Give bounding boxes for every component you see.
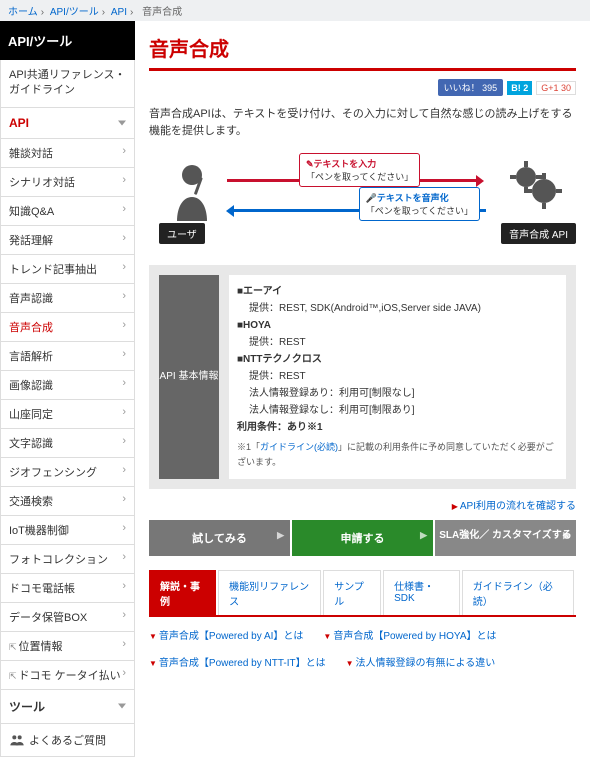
diagram-input-tip: ✎テキストを入力「ペンを取ってください」 — [299, 153, 420, 187]
anchor-link[interactable]: 音声合成【Powered by HOYA】とは — [323, 627, 496, 642]
content: 音声合成 いいね！ 395 B! 2 G+1 30 音声合成APIは、テキストを… — [135, 21, 590, 757]
cta-row: 試してみる 申請する SLA強化／ カスタマイズする — [149, 520, 576, 556]
sidebar-acc-api[interactable]: API — [0, 108, 135, 139]
tab[interactable]: 機能別リファレンス — [218, 570, 321, 615]
sidebar-item[interactable]: ドコモ電話帳 — [0, 574, 135, 603]
flow-link[interactable]: API利用の流れを確認する — [149, 497, 576, 512]
crumb-current: 音声合成 — [142, 7, 182, 18]
sidebar-ref-link[interactable]: API共通リファレンス・ガイドライン — [0, 60, 135, 108]
anchor-link[interactable]: 法人情報登録の有無による違い — [346, 654, 496, 669]
sidebar-item[interactable]: 音声認識 — [0, 284, 135, 313]
crumb-home[interactable]: ホーム — [8, 7, 38, 18]
diagram-user-label: ユーザ — [159, 223, 205, 244]
user-icon — [167, 161, 217, 221]
sidebar-item[interactable]: ドコモ ケータイ払い — [0, 661, 135, 690]
sidebar-item[interactable]: 雑談対話 — [0, 139, 135, 168]
sidebar-header: API/ツール — [0, 21, 135, 60]
people-icon — [9, 732, 25, 748]
crumb-tools[interactable]: API/ツール — [50, 7, 99, 18]
hatena-button[interactable]: B! 2 — [507, 81, 532, 95]
diagram-output-tip: 🎤テキストを音声化「ペンを取ってください」 — [359, 187, 480, 221]
sidebar-item[interactable]: IoT機器制御 — [0, 516, 135, 545]
gplus-button[interactable]: G+1 30 — [536, 81, 576, 95]
sidebar-faq[interactable]: よくあるご質問 — [0, 724, 135, 757]
tab[interactable]: 仕様書・SDK — [383, 570, 460, 615]
anchor-link[interactable]: 音声合成【Powered by AI】とは — [149, 627, 303, 642]
sidebar: API/ツール API共通リファレンス・ガイドライン API 雑談対話シナリオ対… — [0, 21, 135, 757]
cta-apply[interactable]: 申請する — [292, 520, 433, 556]
api-info-box: API 基本情報 ■エーアイ提供：REST, SDK(Android™,iOS,… — [149, 265, 576, 489]
breadcrumb: ホーム› API/ツール› API› 音声合成 — [0, 0, 590, 21]
sidebar-item[interactable]: 交通検索 — [0, 487, 135, 516]
page-title: 音声合成 — [149, 33, 576, 71]
fb-like-button[interactable]: いいね！ 395 — [438, 79, 504, 96]
tab[interactable]: サンプル — [323, 570, 381, 615]
tab-bar: 解説・事例機能別リファレンスサンプル仕様書・SDKガイドライン（必読） — [149, 570, 576, 617]
sidebar-item[interactable]: 音声合成 — [0, 313, 135, 342]
sidebar-item[interactable]: 発話理解 — [0, 226, 135, 255]
sidebar-item[interactable]: 山座同定 — [0, 400, 135, 429]
page-description: 音声合成APIは、テキストを受け付け、その入力に対して自然な感じの読み上げをする… — [149, 106, 576, 139]
tab[interactable]: ガイドライン（必読） — [462, 570, 574, 615]
sidebar-item[interactable]: 知識Q&A — [0, 197, 135, 226]
sidebar-item[interactable]: 画像認識 — [0, 371, 135, 400]
gear-icon — [506, 157, 562, 213]
sidebar-item[interactable]: 文字認識 — [0, 429, 135, 458]
sidebar-item[interactable]: 言語解析 — [0, 342, 135, 371]
diagram-api-label: 音声合成 API — [501, 223, 576, 244]
cta-try[interactable]: 試してみる — [149, 520, 290, 556]
sidebar-item[interactable]: ジオフェンシング — [0, 458, 135, 487]
anchor-link[interactable]: 音声合成【Powered by NTT-IT】とは — [149, 654, 326, 669]
sidebar-acc-tool[interactable]: ツール — [0, 690, 135, 724]
tab[interactable]: 解説・事例 — [149, 570, 216, 615]
api-info-label: API 基本情報 — [159, 275, 219, 479]
cta-sla[interactable]: SLA強化／ カスタマイズする — [435, 520, 576, 556]
crumb-api[interactable]: API — [111, 7, 127, 18]
anchor-links: 音声合成【Powered by AI】とは 音声合成【Powered by HOY… — [149, 627, 576, 669]
sidebar-item[interactable]: シナリオ対話 — [0, 168, 135, 197]
sidebar-item[interactable]: データ保管BOX — [0, 603, 135, 632]
flow-diagram: ユーザ 音声合成 API ✎テキストを入力「ペンを取ってください」 🎤テキストを… — [149, 151, 576, 251]
sidebar-item[interactable]: 位置情報 — [0, 632, 135, 661]
social-bar: いいね！ 395 B! 2 G+1 30 — [149, 79, 576, 96]
api-info-content: ■エーアイ提供：REST, SDK(Android™,iOS,Server si… — [229, 275, 566, 479]
sidebar-faq-label: よくあるご質問 — [29, 732, 106, 748]
sidebar-item[interactable]: フォトコレクション — [0, 545, 135, 574]
sidebar-item[interactable]: トレンド記事抽出 — [0, 255, 135, 284]
